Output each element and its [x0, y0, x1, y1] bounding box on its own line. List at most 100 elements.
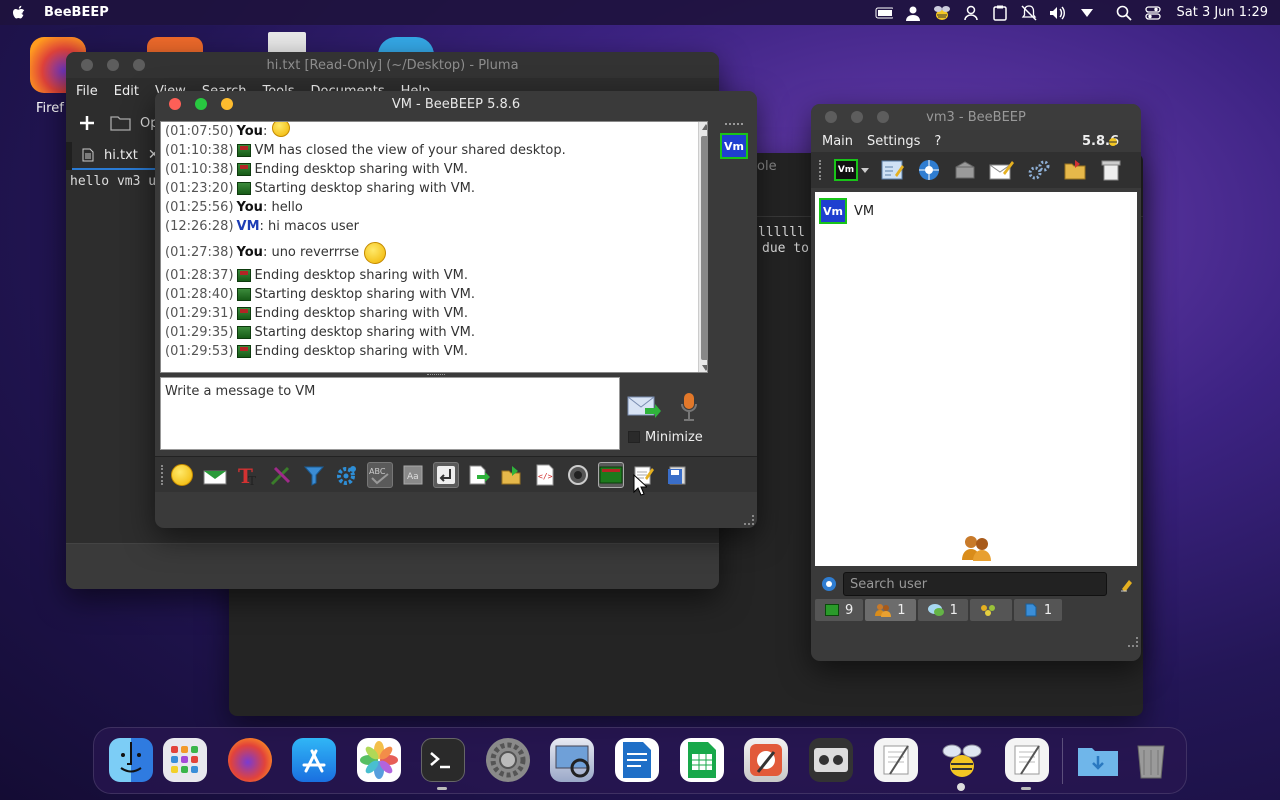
text-editor-icon-2[interactable] [1005, 738, 1049, 782]
control-center-icon[interactable] [1144, 5, 1162, 21]
clear-button[interactable] [1099, 159, 1123, 181]
battery-icon[interactable] [875, 5, 893, 21]
calc-icon[interactable] [680, 738, 724, 782]
user-list[interactable]: Vm VM [815, 192, 1137, 566]
folder-button[interactable] [1063, 159, 1087, 181]
writer-icon[interactable] [615, 738, 659, 782]
network-button[interactable] [917, 159, 941, 181]
beebeep-icon[interactable] [940, 738, 984, 782]
chat-titlebar[interactable]: VM - BeeBEEP 5.8.6 [155, 91, 757, 117]
minimize-button[interactable] [195, 98, 207, 110]
zoom-button[interactable] [221, 98, 233, 110]
menu-file[interactable]: File [76, 84, 98, 99]
member-avatar[interactable]: Vm [720, 133, 748, 159]
volume-icon[interactable] [1049, 5, 1067, 21]
completer-button[interactable]: Aa [400, 462, 426, 488]
zoom-button[interactable] [133, 59, 145, 71]
clock[interactable]: Sat 3 Jun 1:29 [1177, 5, 1269, 20]
send-button[interactable] [627, 394, 661, 420]
write-message-button[interactable] [989, 159, 1015, 181]
profile-button[interactable] [881, 159, 905, 181]
filter-button[interactable] [301, 462, 327, 488]
vm3-titlebar[interactable]: vm3 - BeeBEEP [811, 104, 1141, 130]
beebeep-tray-icon[interactable] [933, 5, 951, 21]
terminal-icon[interactable] [421, 738, 465, 782]
open-folder-icon[interactable] [110, 114, 132, 132]
text-editor-icon[interactable] [874, 738, 918, 782]
tab-workgroups[interactable] [969, 599, 1012, 621]
scroll-thumb[interactable] [701, 136, 707, 360]
firefox-icon[interactable] [228, 738, 272, 782]
shared-files-button[interactable] [953, 159, 977, 181]
dropdown-arrow-icon[interactable] [1078, 5, 1096, 21]
html-button[interactable]: </> [532, 462, 558, 488]
screenshot-button[interactable] [565, 462, 591, 488]
trash-icon[interactable] [1129, 738, 1173, 782]
emoticon-button[interactable] [169, 462, 195, 488]
close-button[interactable] [81, 59, 93, 71]
user-account-icon[interactable] [962, 5, 980, 21]
spellcheck-button[interactable]: ABC [367, 461, 393, 488]
return-key-button[interactable] [433, 461, 459, 488]
share-folder-button[interactable] [499, 462, 525, 488]
menu-edit[interactable]: Edit [114, 84, 139, 99]
plugins-button[interactable] [1027, 159, 1051, 181]
clear-search-icon[interactable] [1119, 576, 1135, 592]
minimize-button[interactable] [107, 59, 119, 71]
tab-groups[interactable]: 1 [917, 599, 968, 621]
chat-window[interactable]: VM - BeeBEEP 5.8.6 (01:07:50) You: (01:10:… [155, 91, 757, 528]
menu-main[interactable]: Main [822, 134, 853, 149]
send-file-button[interactable] [202, 462, 228, 488]
notifications-off-icon[interactable] [1020, 4, 1038, 21]
minimize-checkbox[interactable] [628, 431, 640, 443]
downloads-folder-icon[interactable] [1076, 738, 1120, 782]
new-document-icon[interactable] [78, 114, 96, 132]
app-store-icon[interactable] [292, 738, 336, 782]
font-button[interactable]: TT [235, 462, 261, 488]
clipboard-icon[interactable] [991, 5, 1009, 21]
user-icon[interactable] [904, 5, 922, 21]
photos-icon[interactable] [357, 738, 401, 782]
save-chat-button[interactable] [466, 462, 492, 488]
tab-users[interactable]: 1 [865, 599, 916, 621]
launchpad-icon[interactable] [163, 738, 207, 782]
toolbar-grip[interactable] [819, 160, 822, 180]
minimize-button[interactable] [851, 111, 863, 123]
close-button[interactable] [169, 98, 181, 110]
zoom-button[interactable] [877, 111, 889, 123]
settings-button[interactable] [334, 462, 360, 488]
search-icon[interactable] [1115, 5, 1133, 21]
search-options-icon[interactable] [821, 576, 837, 592]
save-button[interactable] [664, 462, 690, 488]
beebeep-main-window[interactable]: vm3 - BeeBEEP Main Settings ? 5.8.6 Vm V… [811, 104, 1141, 661]
message-input[interactable]: Write a message to VM [160, 377, 620, 450]
message-history[interactable]: (01:07:50) You: (01:10:38) VM has closed th… [160, 121, 708, 373]
tape-recorder-icon[interactable] [809, 738, 853, 782]
menu-help[interactable]: ? [934, 134, 941, 149]
status-button[interactable]: Vm [834, 159, 869, 181]
toolbar-grip[interactable] [161, 465, 165, 485]
menu-settings[interactable]: Settings [867, 134, 920, 149]
desktop-share-button[interactable] [598, 461, 624, 488]
resize-grip[interactable] [1128, 637, 1138, 647]
finder-icon[interactable] [109, 738, 153, 782]
search-user-input[interactable]: Search user [843, 572, 1107, 596]
scroll-down-arrow[interactable] [702, 365, 707, 371]
preview-icon[interactable] [550, 738, 594, 782]
system-preferences-icon[interactable] [486, 738, 530, 782]
desktop-icon-document[interactable] [268, 32, 306, 54]
side-panel-grip[interactable] [725, 123, 743, 127]
active-app-name[interactable]: BeeBEEP [44, 5, 109, 20]
resize-grip[interactable] [744, 515, 754, 525]
splitter-handle[interactable] [427, 374, 445, 376]
user-list-item[interactable]: Vm VM [819, 198, 874, 224]
tab-chats[interactable]: 9 [815, 599, 864, 621]
message-scrollbar[interactable] [698, 122, 707, 372]
tab-files[interactable]: 1 [1013, 599, 1063, 621]
apple-icon[interactable] [12, 5, 26, 21]
color-button[interactable] [268, 462, 294, 488]
scroll-up-arrow[interactable] [702, 124, 707, 130]
pluma-titlebar[interactable]: hi.txt [Read-Only] (~/Desktop) - Pluma [66, 52, 719, 78]
draw-icon[interactable] [744, 738, 788, 782]
microphone-icon[interactable] [679, 392, 699, 422]
